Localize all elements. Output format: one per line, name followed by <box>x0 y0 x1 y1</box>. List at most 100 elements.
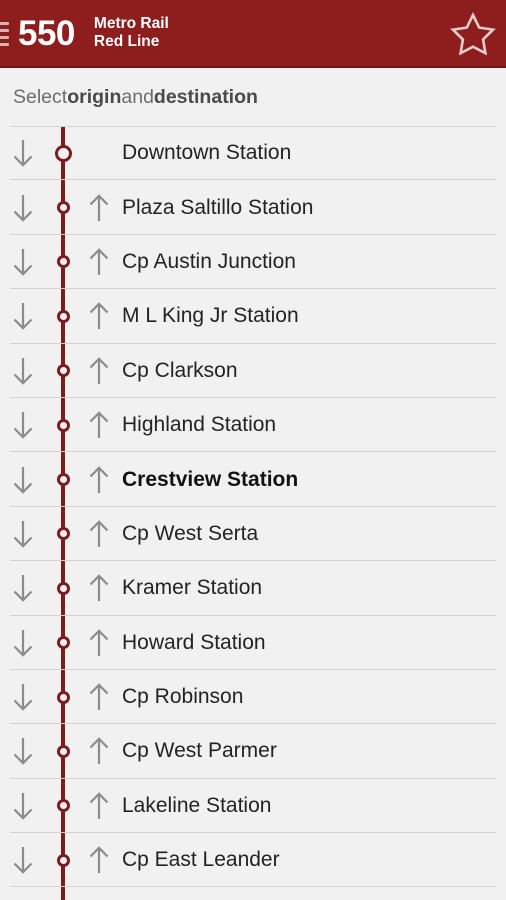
selection-prompt: Select origin and destination <box>0 68 506 126</box>
route-name-line-1: Metro Rail <box>93 14 169 32</box>
select-origin-button[interactable] <box>0 628 46 658</box>
arrow-up-icon[interactable] <box>86 845 112 875</box>
select-origin-button[interactable] <box>0 519 46 549</box>
arrow-down-icon[interactable] <box>10 682 36 712</box>
select-origin-button[interactable] <box>0 791 46 821</box>
arrow-up-icon[interactable] <box>86 410 112 440</box>
select-origin-button[interactable] <box>0 410 46 440</box>
station-name: Plaza Saltillo Station <box>122 195 314 219</box>
arrow-down-icon[interactable] <box>10 845 36 875</box>
select-destination-button[interactable] <box>80 301 118 331</box>
select-destination-button[interactable] <box>80 845 118 875</box>
arrow-up-icon[interactable] <box>86 791 112 821</box>
arrow-down-icon[interactable] <box>10 301 36 331</box>
select-origin-button[interactable] <box>0 247 46 277</box>
station-row[interactable]: Cp East Leander <box>0 833 506 888</box>
arrow-up-icon[interactable] <box>86 247 112 277</box>
favorite-button[interactable] <box>442 0 504 67</box>
select-origin-button[interactable] <box>0 736 46 766</box>
station-name: Highland Station <box>122 413 277 437</box>
select-origin-button[interactable] <box>0 356 46 386</box>
select-origin-button[interactable] <box>0 573 46 603</box>
station-row[interactable]: Kramer Station <box>0 561 506 616</box>
arrow-down-icon[interactable] <box>10 138 36 168</box>
station-row[interactable]: Crestview Station <box>0 452 506 508</box>
hamburger-line <box>0 22 9 25</box>
stop-marker <box>46 744 80 758</box>
stop-marker <box>46 255 80 269</box>
select-origin-button[interactable] <box>0 138 46 168</box>
select-destination-button[interactable] <box>80 410 118 440</box>
arrow-down-icon[interactable] <box>10 573 36 603</box>
stop-circle-icon <box>56 364 70 378</box>
select-origin-button[interactable] <box>0 193 46 223</box>
arrow-up-icon[interactable] <box>86 736 112 766</box>
station-list[interactable]: Downtown Station Plaza Saltillo Station … <box>0 126 506 900</box>
stop-marker <box>46 799 80 813</box>
station-row[interactable]: Cp West Parmer <box>0 724 506 780</box>
arrow-down-icon[interactable] <box>10 410 36 440</box>
arrow-up-icon[interactable] <box>86 301 112 331</box>
station-row[interactable]: M L King Jr Station <box>0 289 506 344</box>
select-destination-button[interactable] <box>80 573 118 603</box>
station-row[interactable]: Highland Station <box>0 398 506 453</box>
select-destination-button[interactable] <box>80 193 118 223</box>
select-destination-button[interactable] <box>80 465 118 495</box>
station-row[interactable]: Cp Clarkson <box>0 344 506 399</box>
stop-marker <box>46 309 80 323</box>
arrow-up-icon[interactable] <box>86 193 112 223</box>
station-row[interactable]: Cp Austin Junction <box>0 235 506 290</box>
arrow-up-icon[interactable] <box>86 573 112 603</box>
select-destination-button[interactable] <box>80 356 118 386</box>
hamburger-menu-icon[interactable] <box>0 20 9 46</box>
stop-marker <box>46 201 80 215</box>
stop-circle-icon <box>56 309 70 323</box>
station-name: Cp Austin Junction <box>122 249 296 273</box>
select-origin-button[interactable] <box>0 301 46 331</box>
stop-marker <box>46 853 80 867</box>
arrow-up-icon[interactable] <box>86 356 112 386</box>
arrow-down-icon[interactable] <box>10 791 36 821</box>
station-name: Cp Clarkson <box>122 358 238 382</box>
arrow-down-icon[interactable] <box>10 193 36 223</box>
select-origin-button[interactable] <box>0 845 46 875</box>
arrow-down-icon[interactable] <box>10 628 36 658</box>
stop-circle-icon <box>56 690 70 704</box>
stop-circle-icon <box>56 418 70 432</box>
stop-marker <box>46 581 80 595</box>
station-name: Lakeline Station <box>122 793 272 817</box>
station-row[interactable]: Cp Robinson <box>0 670 506 725</box>
station-row[interactable]: Cp West Serta <box>0 507 506 562</box>
arrow-down-icon[interactable] <box>10 519 36 549</box>
select-destination-button[interactable] <box>80 247 118 277</box>
select-destination-button[interactable] <box>80 736 118 766</box>
select-destination-button[interactable] <box>80 682 118 712</box>
route-title: Metro Rail Red Line <box>94 15 442 52</box>
arrow-up-icon[interactable] <box>86 628 112 658</box>
route-name-line-2: Red Line <box>93 33 160 50</box>
station-row[interactable]: Downtown Station <box>0 126 506 181</box>
station-row[interactable]: Plaza Saltillo Station <box>0 180 506 236</box>
stop-marker <box>46 690 80 704</box>
arrow-up-icon[interactable] <box>86 465 112 495</box>
stop-marker <box>46 364 80 378</box>
station-row[interactable]: Howard Station <box>0 616 506 671</box>
hamburger-line <box>0 29 9 32</box>
arrow-down-icon[interactable] <box>10 247 36 277</box>
station-name: M L King Jr Station <box>122 304 299 328</box>
arrow-up-icon[interactable] <box>86 519 112 549</box>
station-name: Cp West Serta <box>122 521 259 545</box>
select-destination-button[interactable] <box>80 519 118 549</box>
select-destination-button[interactable] <box>80 628 118 658</box>
arrow-down-icon[interactable] <box>10 356 36 386</box>
stop-marker <box>46 418 80 432</box>
station-name: Cp Robinson <box>122 685 244 709</box>
select-origin-button[interactable] <box>0 465 46 495</box>
station-name: Cp West Parmer <box>122 739 277 763</box>
arrow-down-icon[interactable] <box>10 465 36 495</box>
select-origin-button[interactable] <box>0 682 46 712</box>
arrow-up-icon[interactable] <box>86 682 112 712</box>
station-row[interactable]: Lakeline Station <box>0 779 506 834</box>
arrow-down-icon[interactable] <box>10 736 36 766</box>
select-destination-button[interactable] <box>80 791 118 821</box>
